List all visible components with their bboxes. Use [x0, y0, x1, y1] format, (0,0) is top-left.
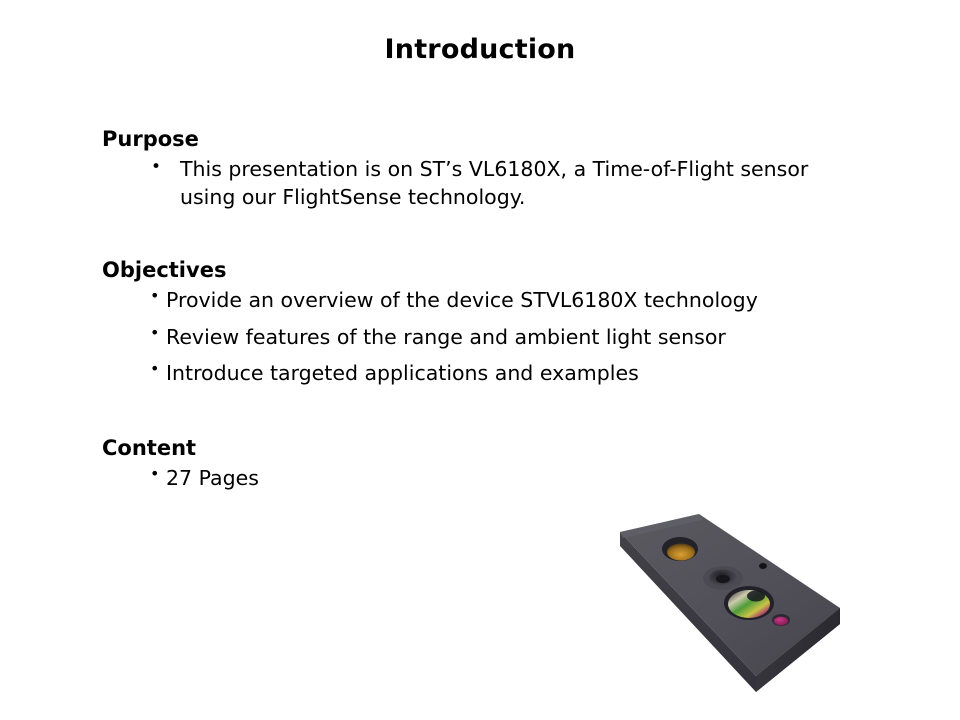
section-purpose: Purpose This presentation is on ST’s VL6… — [0, 126, 960, 211]
gold-aperture-icon — [667, 543, 695, 561]
list-item: Introduce targeted applications and exam… — [150, 359, 836, 387]
section-content: Content 27 Pages — [0, 435, 960, 492]
list-item: Review features of the range and ambient… — [150, 323, 836, 351]
sensor-module-image — [604, 496, 852, 708]
list-item: This presentation is on ST’s VL6180X, a … — [151, 156, 850, 211]
section-heading-content: Content — [102, 435, 197, 460]
presentation-slide: Introduction Purpose This presentation i… — [0, 0, 960, 720]
purpose-bullet-list: This presentation is on ST’s VL6180X, a … — [0, 156, 960, 211]
magenta-dot-icon — [774, 616, 788, 626]
ring-aperture-core — [716, 574, 730, 584]
section-heading-purpose: Purpose — [102, 127, 199, 151]
sensor-module-illustration — [620, 514, 840, 692]
page-title: Introduction — [384, 34, 576, 66]
section-heading-objectives: Objectives — [102, 257, 227, 282]
list-item: Provide an overview of the device STVL61… — [150, 286, 836, 314]
pinhole-aperture-icon — [759, 563, 767, 569]
section-objectives: Objectives Provide an overview of the de… — [0, 257, 960, 387]
list-item: 27 Pages — [150, 464, 836, 492]
objectives-bullet-list: Provide an overview of the device STVL61… — [0, 286, 960, 387]
slide-body: Purpose This presentation is on ST’s VL6… — [0, 126, 960, 492]
content-bullet-list: 27 Pages — [0, 464, 960, 492]
lens-shadow — [747, 590, 765, 602]
